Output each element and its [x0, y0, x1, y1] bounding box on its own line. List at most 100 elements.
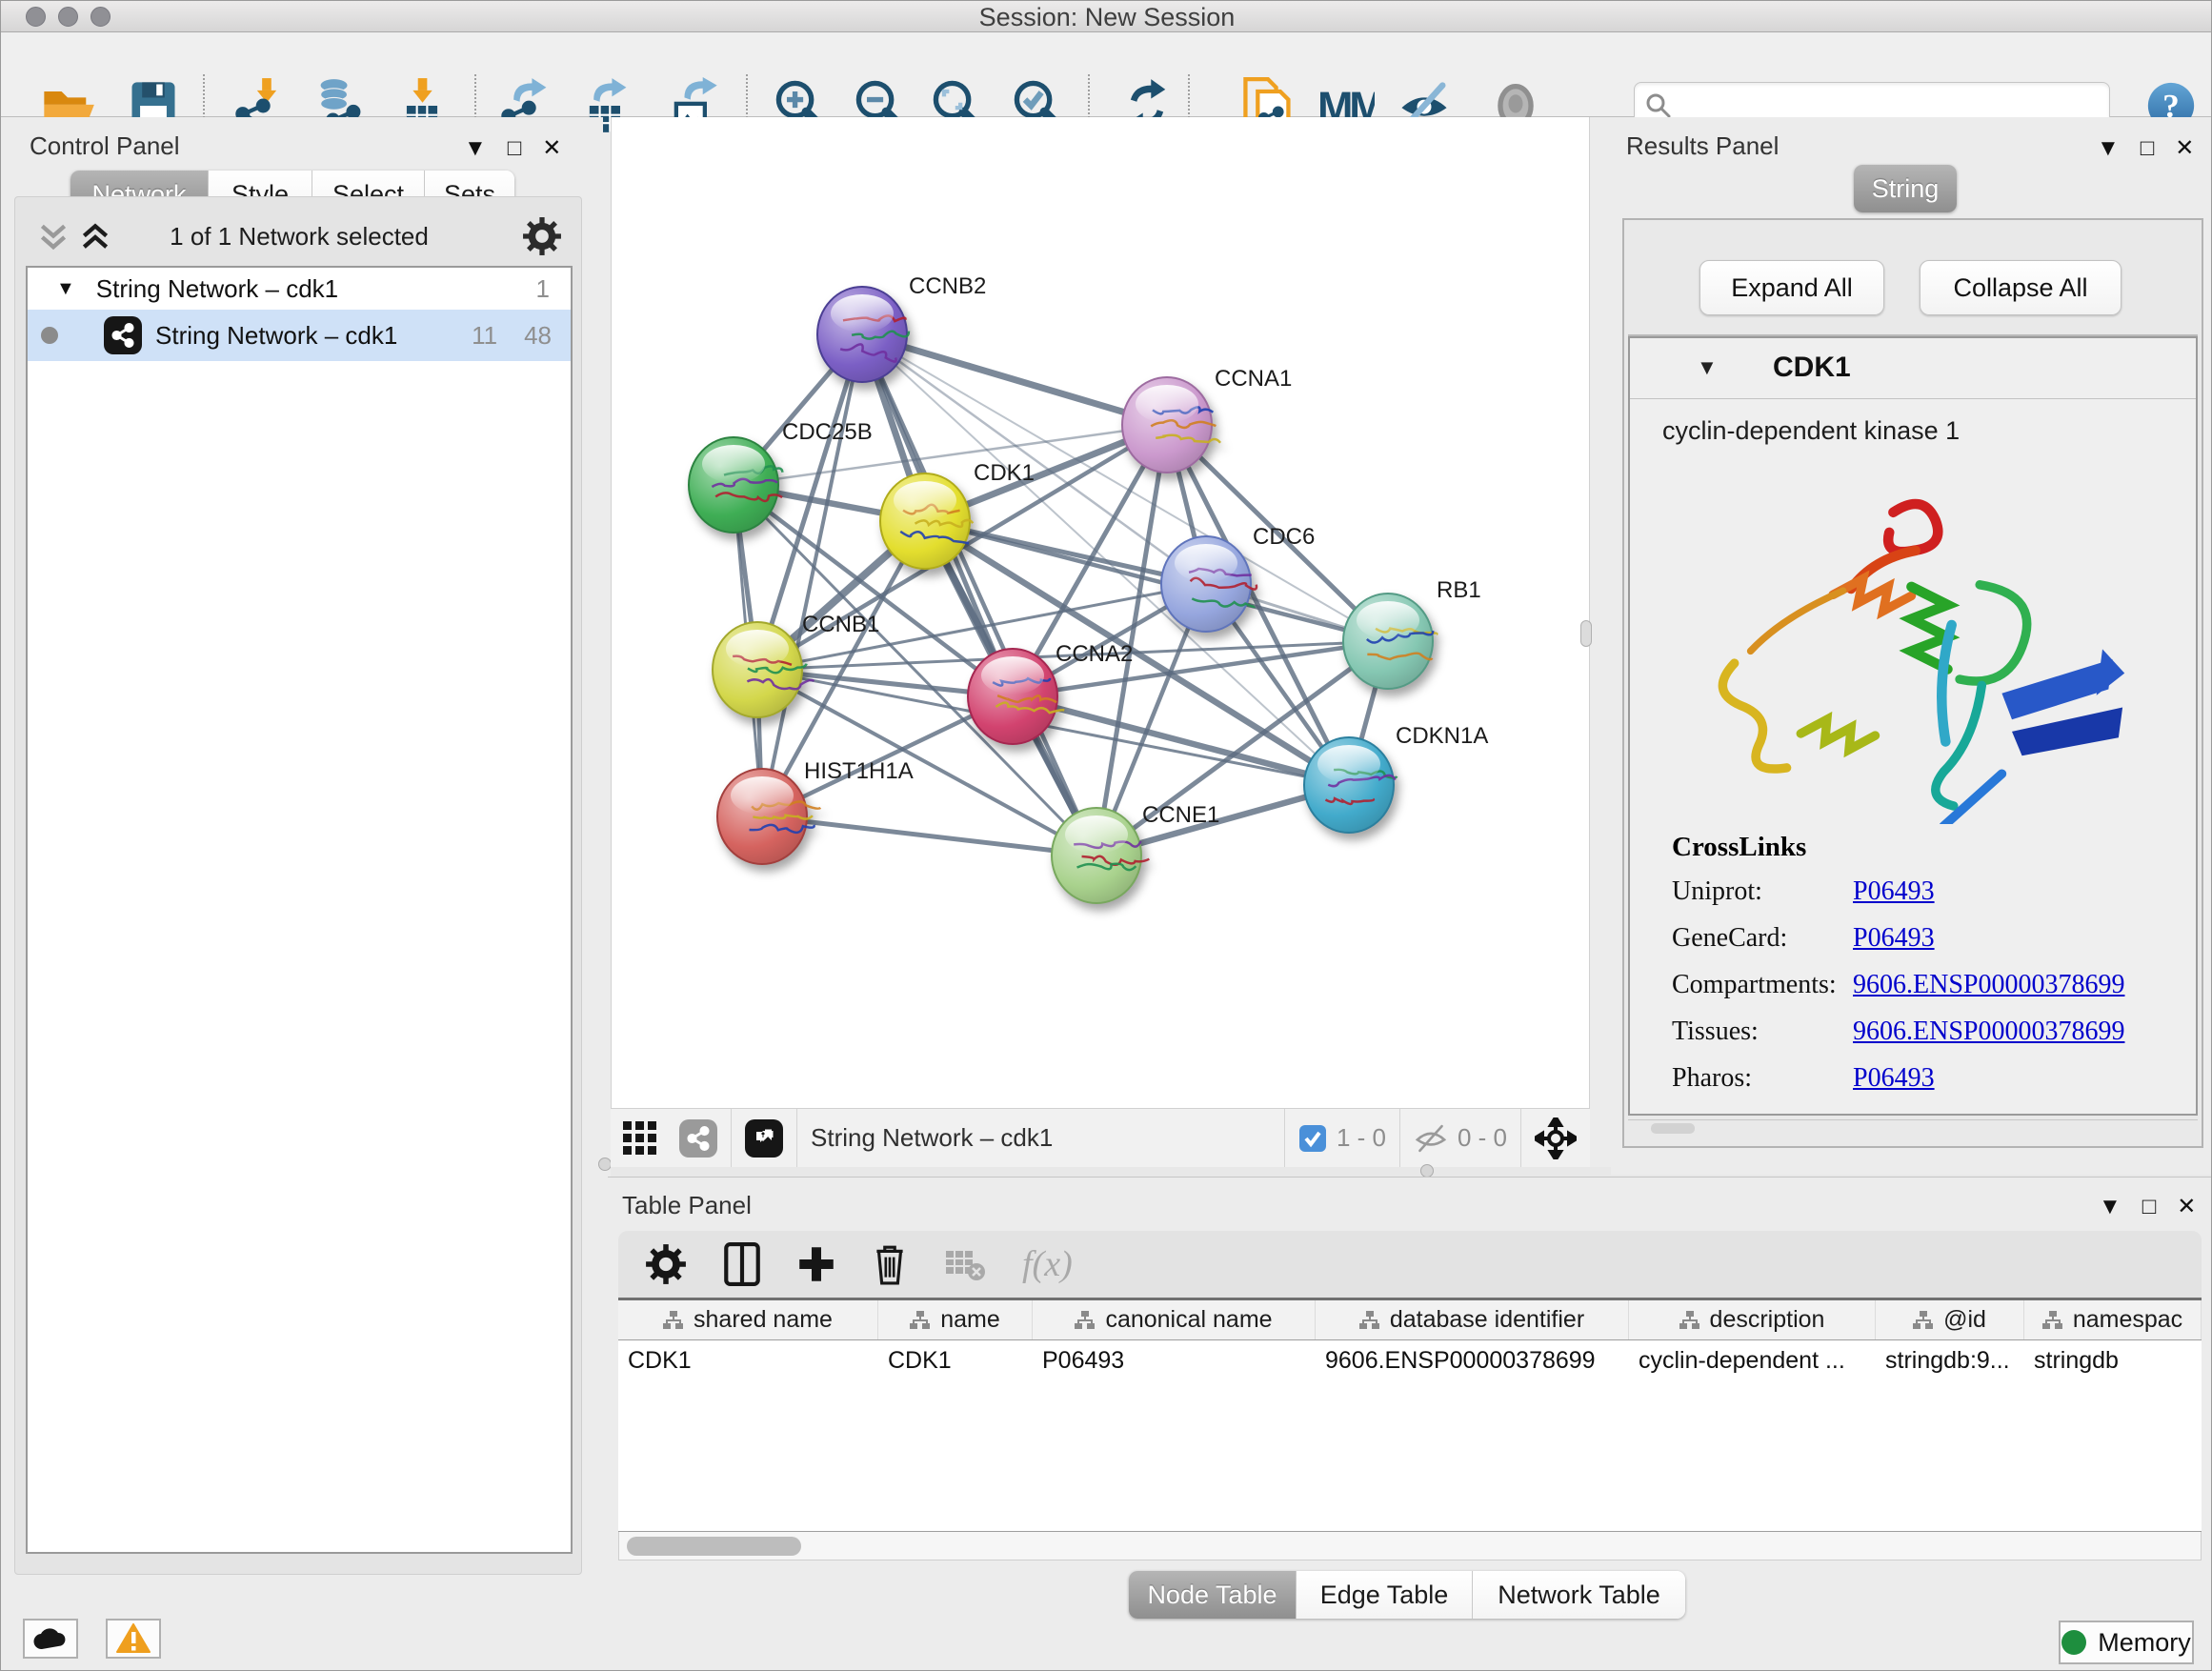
- column-type-icon: [1679, 1311, 1700, 1330]
- show-columns-icon[interactable]: [723, 1242, 761, 1286]
- panel-collapse-icon[interactable]: ▼: [2099, 1194, 2122, 1220]
- crosslink-link[interactable]: 9606.ENSP00000378699: [1853, 1017, 2124, 1047]
- node-label-HIST1H1A: HIST1H1A: [804, 758, 914, 784]
- column-header[interactable]: database identifier: [1316, 1300, 1629, 1339]
- tab-node-table[interactable]: Node Table: [1129, 1571, 1297, 1619]
- network-node-CDC25B[interactable]: [689, 437, 782, 533]
- string-view-icon[interactable]: [679, 1119, 717, 1158]
- column-header[interactable]: @id: [1876, 1300, 2024, 1339]
- memory-status-dot: [2061, 1630, 2086, 1655]
- string-results-container: Expand All Collapse All ▼ CDK1 cyclin-de…: [1622, 218, 2203, 1148]
- panel-close-icon[interactable]: ✕: [2177, 1193, 2196, 1220]
- expand-all-button[interactable]: Expand All: [1699, 260, 1884, 315]
- crosslink-row: Uniprot: P06493: [1672, 876, 2167, 907]
- collapse-all-button[interactable]: Collapse All: [1920, 260, 2122, 315]
- gear-icon[interactable]: [522, 216, 562, 256]
- string-results-actions: Expand All Collapse All: [1628, 239, 2198, 336]
- column-type-icon: [663, 1311, 684, 1330]
- column-header[interactable]: shared name: [618, 1300, 878, 1339]
- network-node-CCNA2[interactable]: [968, 649, 1064, 744]
- gene-name: CDK1: [1773, 352, 1851, 384]
- control-panel-buttons: ▼ □ ✕: [464, 134, 561, 162]
- grid-view-icon[interactable]: [622, 1120, 658, 1157]
- network-row[interactable]: String Network – cdk1 11 48: [28, 310, 571, 361]
- table-panel-buttons: ▼ □ ✕: [2099, 1193, 2196, 1220]
- network-node-CDKN1A[interactable]: [1304, 737, 1397, 833]
- table-cell: P06493: [1033, 1340, 1316, 1380]
- crosslink-label: Pharos:: [1672, 1063, 1853, 1094]
- node-table: shared namenamecanonical namedatabase id…: [618, 1298, 2202, 1532]
- network-node-CCNA1[interactable]: [1122, 377, 1220, 473]
- table-cell: cyclin-dependent ...: [1629, 1340, 1876, 1380]
- column-header[interactable]: name: [878, 1300, 1033, 1339]
- control-panel: Control Panel ▼ □ ✕ Network Style Select…: [1, 117, 603, 1609]
- detach-view-icon[interactable]: [745, 1119, 783, 1158]
- network-panel-body: 1 of 1 Network selected ▼ St: [14, 196, 582, 1575]
- node-label-CDC25B: CDC25B: [782, 419, 873, 445]
- memory-button[interactable]: Memory: [2059, 1621, 2194, 1664]
- column-header[interactable]: description: [1629, 1300, 1876, 1339]
- right-splitter-grip[interactable]: [1580, 620, 1592, 647]
- birdseye-icon[interactable]: [1535, 1117, 1577, 1159]
- network-node-CDC6[interactable]: [1161, 536, 1257, 632]
- left-splitter-grip[interactable]: [598, 1158, 612, 1171]
- network-canvas[interactable]: CCNB2CCNA1CDC25BCDK1CDC6RB1CCNB1CCNA2CDK…: [611, 117, 1590, 1108]
- table-row[interactable]: CDK1CDK1P064939606.ENSP00000378699cyclin…: [618, 1340, 2202, 1380]
- footer-divider: [796, 1109, 797, 1168]
- tab-edge-table[interactable]: Edge Table: [1297, 1571, 1473, 1619]
- node-label-CDKN1A: CDKN1A: [1396, 723, 1488, 749]
- selected-checkbox-icon[interactable]: [1298, 1124, 1327, 1153]
- results-panel-buttons: ▼ □ ✕: [2097, 134, 2194, 162]
- warning-status-button[interactable]: [106, 1619, 161, 1659]
- crosslink-link[interactable]: 9606.ENSP00000378699: [1853, 970, 2124, 1000]
- horizontal-splitter-grip[interactable]: [1420, 1164, 1434, 1178]
- node-label-CCNA1: CCNA1: [1215, 366, 1292, 392]
- panel-collapse-icon[interactable]: ▼: [464, 135, 487, 162]
- panel-float-icon[interactable]: □: [508, 135, 522, 162]
- node-label-CDC6: CDC6: [1253, 524, 1315, 550]
- crosslink-link[interactable]: P06493: [1853, 876, 1935, 907]
- cloud-icon: [32, 1626, 69, 1651]
- hidden-counts: 0 - 0: [1458, 1123, 1507, 1153]
- crosslink-row: Pharos: P06493: [1672, 1063, 2167, 1094]
- entry-expander-icon[interactable]: ▼: [1697, 355, 1718, 380]
- delete-column-icon[interactable]: [872, 1243, 908, 1285]
- crosslink-row: Tissues: 9606.ENSP00000378699: [1672, 1017, 2167, 1047]
- network-selection-status: 1 of 1 Network selected: [23, 222, 575, 252]
- panel-close-icon[interactable]: ✕: [2175, 134, 2194, 162]
- cytoscape-window: Session: New Session: [0, 0, 2212, 1671]
- network-node-CCNE1[interactable]: [1052, 808, 1149, 903]
- network-node-CCNB2[interactable]: [817, 287, 909, 382]
- tab-string[interactable]: String: [1854, 165, 1957, 212]
- table-cell: stringdb:9...: [1876, 1340, 2024, 1380]
- panel-float-icon[interactable]: □: [2142, 1194, 2157, 1220]
- panel-close-icon[interactable]: ✕: [542, 134, 561, 162]
- results-tabs: String: [1854, 165, 1957, 212]
- network-panel-toolbar: 1 of 1 Network selected: [23, 214, 575, 258]
- node-label-CCNA2: CCNA2: [1056, 641, 1133, 667]
- search-icon: [1644, 91, 1673, 120]
- network-node-RB1[interactable]: [1343, 594, 1437, 689]
- column-header[interactable]: namespac: [2024, 1300, 2202, 1339]
- node-table-header: shared namenamecanonical namedatabase id…: [618, 1300, 2202, 1340]
- table-gear-icon[interactable]: [645, 1243, 687, 1285]
- network-collection-row[interactable]: ▼ String Network – cdk1 1: [28, 268, 571, 310]
- collection-count: 1: [536, 274, 550, 304]
- panel-collapse-icon[interactable]: ▼: [2097, 135, 2120, 162]
- crosslink-row: Compartments: 9606.ENSP00000378699: [1672, 970, 2167, 1000]
- table-scrollbar[interactable]: [618, 1532, 2202, 1560]
- add-column-icon[interactable]: [797, 1245, 835, 1283]
- tab-network-table[interactable]: Network Table: [1473, 1571, 1685, 1619]
- crosslink-link[interactable]: P06493: [1853, 1063, 1935, 1094]
- node-label-CDK1: CDK1: [974, 460, 1035, 486]
- crosslink-link[interactable]: P06493: [1853, 923, 1935, 954]
- column-header[interactable]: canonical name: [1033, 1300, 1316, 1339]
- panel-float-icon[interactable]: □: [2141, 135, 2155, 162]
- cdk1-entry-header[interactable]: ▼ CDK1: [1630, 338, 2196, 399]
- results-scrollbar[interactable]: [1628, 1119, 2198, 1137]
- table-cell: stringdb: [2024, 1340, 2202, 1380]
- node-label-CCNB1: CCNB1: [802, 612, 879, 637]
- cloud-status-button[interactable]: [23, 1619, 78, 1659]
- crosslink-row: GeneCard: P06493: [1672, 923, 2167, 954]
- tree-expander-icon[interactable]: ▼: [56, 278, 75, 300]
